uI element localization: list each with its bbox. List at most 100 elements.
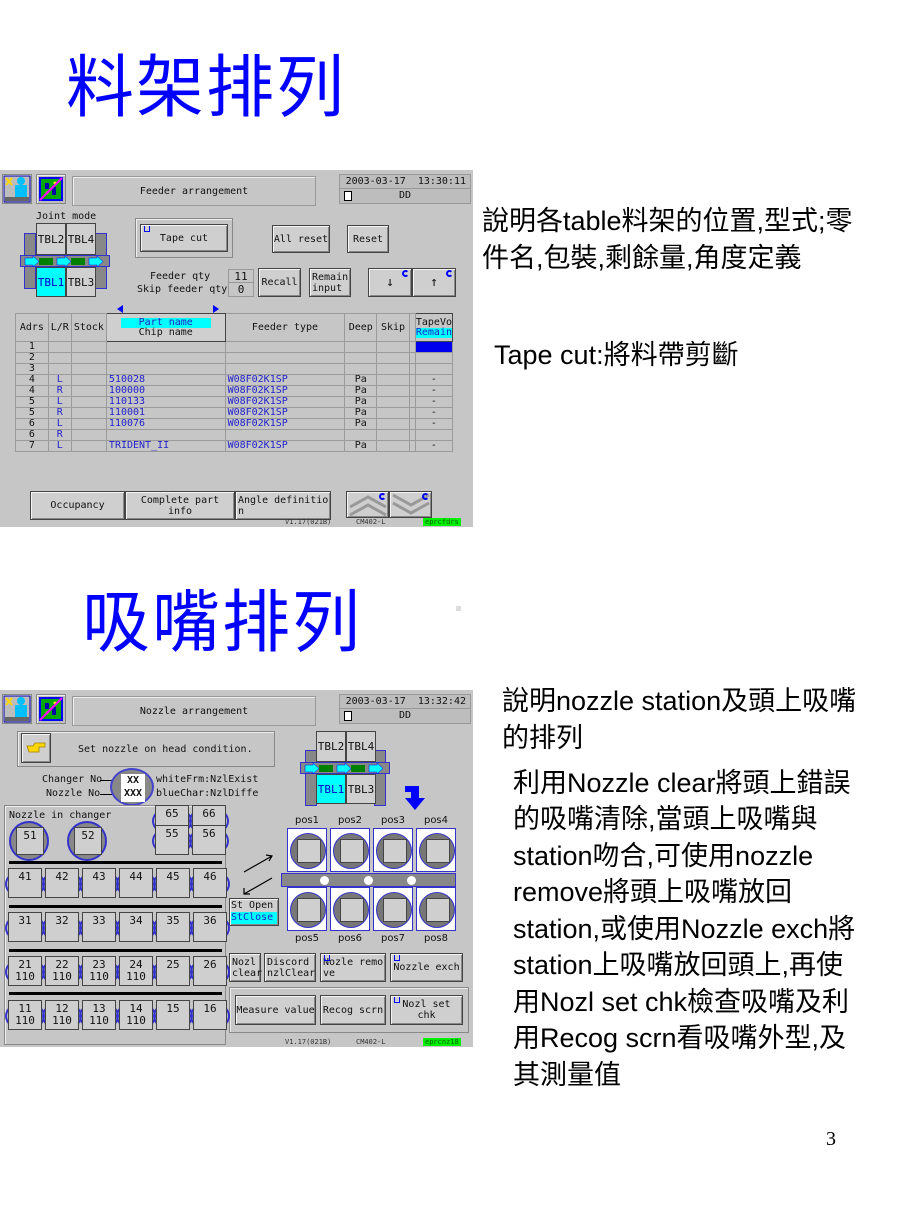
- board-icon[interactable]: [36, 694, 66, 724]
- table-tbl1-button[interactable]: TBL1: [36, 267, 66, 297]
- refresh-icon: [446, 270, 453, 277]
- changer-slot[interactable]: 16: [193, 1000, 227, 1030]
- head-position-2[interactable]: [330, 828, 370, 872]
- maintenance-person-icon[interactable]: [2, 174, 32, 204]
- head-position-5[interactable]: [287, 887, 327, 931]
- nozzle-note-line: station吻合,可使用nozzle: [513, 841, 814, 871]
- table-row[interactable]: 3: [15, 363, 454, 375]
- slot-number: 16: [203, 1002, 217, 1015]
- down-button[interactable]: ↓: [368, 268, 412, 297]
- head-position-1[interactable]: [287, 828, 327, 872]
- discord-nzl-clear-button[interactable]: Discord nzlClear: [264, 953, 316, 982]
- cell-skip: [376, 374, 410, 386]
- table-row[interactable]: 1: [15, 341, 454, 353]
- page-up-button[interactable]: [346, 491, 389, 518]
- angle-definition-button[interactable]: Angle definitio n: [235, 491, 331, 520]
- nozl-set-chk-button[interactable]: Nozl set chk: [390, 995, 463, 1025]
- table-tbl3-button[interactable]: TBL3: [66, 267, 96, 297]
- cell-adrs: 5: [15, 407, 49, 419]
- table-tbl4-button[interactable]: TBL4: [346, 731, 376, 762]
- changer-slot[interactable]: 14 110: [119, 1000, 153, 1030]
- changer-slot[interactable]: 13 110: [82, 1000, 116, 1030]
- table-row[interactable]: 6R: [15, 429, 454, 441]
- tape-cut-button[interactable]: Tape cut: [140, 224, 228, 252]
- changer-slot[interactable]: 26: [193, 956, 227, 986]
- changer-slot[interactable]: 31: [8, 912, 42, 942]
- head-position-8[interactable]: [416, 887, 456, 931]
- cell-skip: [376, 440, 410, 452]
- board-icon[interactable]: [36, 174, 66, 204]
- changer-slot[interactable]: 52: [74, 827, 102, 855]
- head-position-4[interactable]: [416, 828, 456, 872]
- col-tapevo-remain[interactable]: TapeVo Remain: [414, 313, 454, 342]
- changer-slot[interactable]: 23 110: [82, 956, 116, 986]
- scroll-right-icon[interactable]: [213, 305, 219, 313]
- changer-slot[interactable]: 43: [82, 868, 116, 898]
- changer-slot[interactable]: 44: [119, 868, 153, 898]
- occupancy-button[interactable]: Occupancy: [30, 491, 125, 520]
- measure-value-button[interactable]: Measure value: [235, 995, 316, 1025]
- nozzle-exch-button[interactable]: Nozzle exch: [390, 953, 463, 982]
- table-row[interactable]: 2: [15, 352, 454, 364]
- changer-slot[interactable]: 24 110: [119, 956, 153, 986]
- changer-slot[interactable]: 21 110: [8, 956, 42, 986]
- reset-button[interactable]: Reset: [347, 225, 389, 253]
- table-row[interactable]: 5 R 110001 W08F02K1SP Pa -: [15, 407, 454, 419]
- head-position-6[interactable]: [330, 887, 370, 931]
- changer-slot[interactable]: 33: [82, 912, 116, 942]
- table-row[interactable]: 6 L 110076 W08F02K1SP Pa -: [15, 418, 454, 430]
- head-position-3[interactable]: [373, 828, 413, 872]
- table-tbl1-button[interactable]: TBL1: [316, 774, 346, 804]
- changer-slot[interactable]: 51: [16, 827, 44, 855]
- cell-stock: [70, 418, 107, 430]
- head-position-7[interactable]: [373, 887, 413, 931]
- complete-part-info-button[interactable]: Complete part info: [125, 491, 235, 520]
- remain-input-button[interactable]: Remain input: [309, 268, 351, 297]
- table-tbl2-button[interactable]: TBL2: [36, 223, 66, 255]
- changer-slot[interactable]: 32: [45, 912, 79, 942]
- table-tbl2-button[interactable]: TBL2: [316, 731, 346, 762]
- nozzle-remove-button[interactable]: Nozle remo ve: [320, 953, 386, 982]
- document-icon: [344, 711, 352, 721]
- station-open-close-toggle[interactable]: St Open StClose: [229, 898, 279, 926]
- cell-lr: L: [47, 440, 72, 452]
- nozzle-square: [340, 898, 364, 922]
- changer-slot[interactable]: 42: [45, 868, 79, 898]
- position-label: pos4: [423, 815, 449, 826]
- cell-stock: [70, 352, 107, 364]
- col-part-chip-toggle[interactable]: Part name Chip name: [105, 313, 226, 342]
- table-tbl3-button[interactable]: TBL3: [346, 774, 376, 804]
- nozl-clear-button[interactable]: Nozl clear: [229, 953, 262, 982]
- pointing-hand-icon[interactable]: [21, 733, 51, 763]
- changer-slot[interactable]: 36: [193, 912, 227, 942]
- page-down-button[interactable]: [389, 491, 432, 518]
- recall-button[interactable]: Recall: [258, 268, 301, 297]
- cell-part: 510028: [105, 374, 226, 386]
- table-row[interactable]: 7 L TRIDENT_II W08F02K1SP Pa -: [15, 440, 454, 452]
- maintenance-person-icon[interactable]: [2, 694, 32, 724]
- cell-type: [224, 429, 346, 441]
- feeder-note-line2: 件名,包裝,剩餘量,角度定義: [482, 243, 802, 273]
- up-button[interactable]: ↑: [412, 268, 456, 297]
- changer-slot[interactable]: 15: [156, 1000, 190, 1030]
- table-row[interactable]: 5 L 110133 W08F02K1SP Pa -: [15, 396, 454, 408]
- all-reset-button[interactable]: All reset: [272, 225, 330, 253]
- table-row[interactable]: 4 R 100000 W08F02K1SP Pa -: [15, 385, 454, 397]
- changer-slot[interactable]: 22 110: [45, 956, 79, 986]
- changer-slot[interactable]: 34: [119, 912, 153, 942]
- changer-slot[interactable]: 25: [156, 956, 190, 986]
- changer-slot[interactable]: 12 110: [45, 1000, 79, 1030]
- changer-slot[interactable]: 35: [156, 912, 190, 942]
- refresh-icon: [402, 270, 409, 277]
- table-tbl4-button[interactable]: TBL4: [66, 223, 96, 255]
- changer-slot[interactable]: 56: [192, 825, 226, 855]
- changer-slot[interactable]: 11 110: [8, 1000, 42, 1030]
- slot-number: 55: [165, 827, 179, 840]
- scroll-left-icon[interactable]: [117, 305, 123, 313]
- changer-slot[interactable]: 45: [156, 868, 190, 898]
- changer-slot[interactable]: 46: [193, 868, 227, 898]
- changer-slot[interactable]: 55: [155, 825, 189, 855]
- table-row[interactable]: 4 L 510028 W08F02K1SP Pa -: [15, 374, 454, 386]
- recog-scrn-button[interactable]: Recog scrn: [320, 995, 386, 1025]
- changer-slot[interactable]: 41: [8, 868, 42, 898]
